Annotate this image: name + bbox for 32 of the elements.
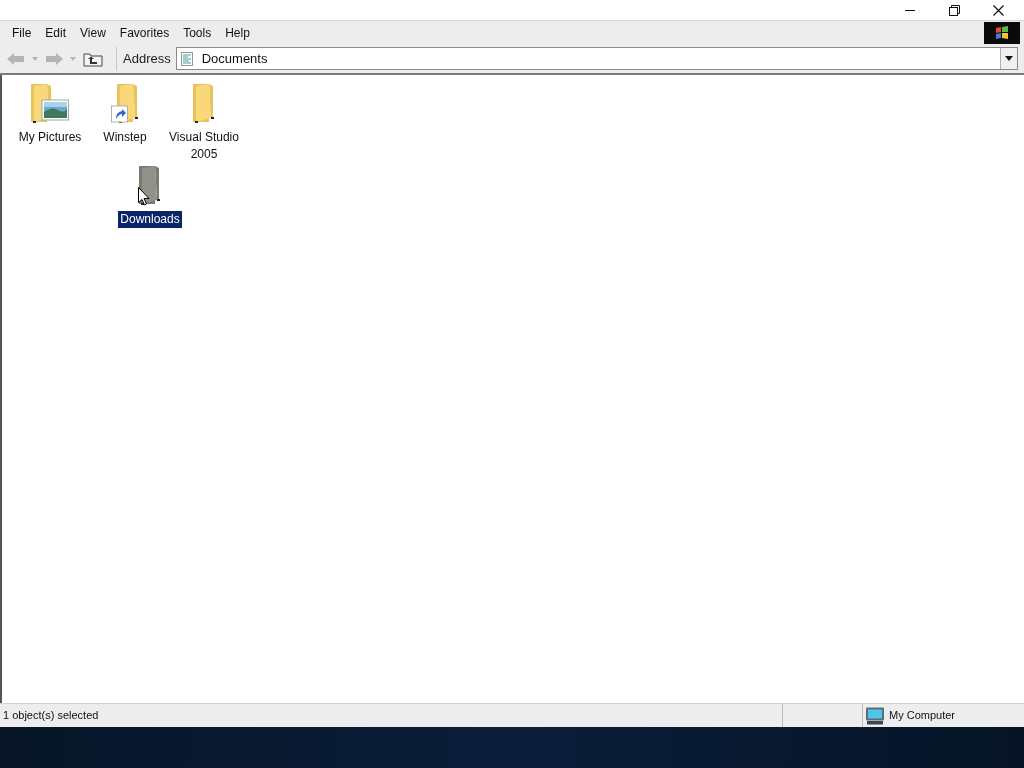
menu-item[interactable]: Edit: [38, 22, 74, 43]
caret-icon[interactable]: [32, 56, 38, 61]
restore-icon: [948, 4, 960, 16]
menu-item[interactable]: View: [73, 22, 113, 43]
left-arrow-icon: [7, 52, 25, 65]
status-text: 1 object(s) selected: [2, 708, 100, 723]
address-value: Documents: [201, 49, 269, 68]
folder-icon: [193, 84, 215, 123]
item-label[interactable]: My Pictures: [16, 129, 84, 146]
folder-up-icon: [83, 50, 103, 67]
mouse-cursor-icon: [138, 187, 150, 206]
menu-item[interactable]: File: [5, 22, 39, 43]
close-icon: [992, 4, 1004, 16]
menu-item[interactable]: Help: [218, 22, 257, 43]
item-label[interactable]: Downloads: [118, 211, 182, 228]
menu-item[interactable]: Tools: [176, 22, 219, 43]
address-field[interactable]: Documents: [175, 47, 1018, 70]
minimize-icon: [905, 9, 915, 11]
caret-down-icon: [1005, 56, 1013, 61]
item-label[interactable]: Winstep: [101, 129, 149, 146]
caret-icon[interactable]: [70, 56, 76, 61]
right-arrow-icon: [45, 52, 63, 65]
document-icon: [180, 51, 193, 66]
windows-logo-icon: [984, 21, 1020, 44]
item-label[interactable]: Visual Studio 2005: [160, 129, 248, 163]
computer-icon: [865, 706, 885, 725]
address-dropdown-button[interactable]: [1000, 48, 1017, 69]
folder-picture-icon: [31, 84, 69, 123]
address-label: Address: [123, 49, 171, 68]
folder-shortcut-icon: [111, 84, 139, 123]
zone-label: My Computer: [889, 708, 956, 724]
menu-item[interactable]: Favorites: [112, 22, 177, 43]
